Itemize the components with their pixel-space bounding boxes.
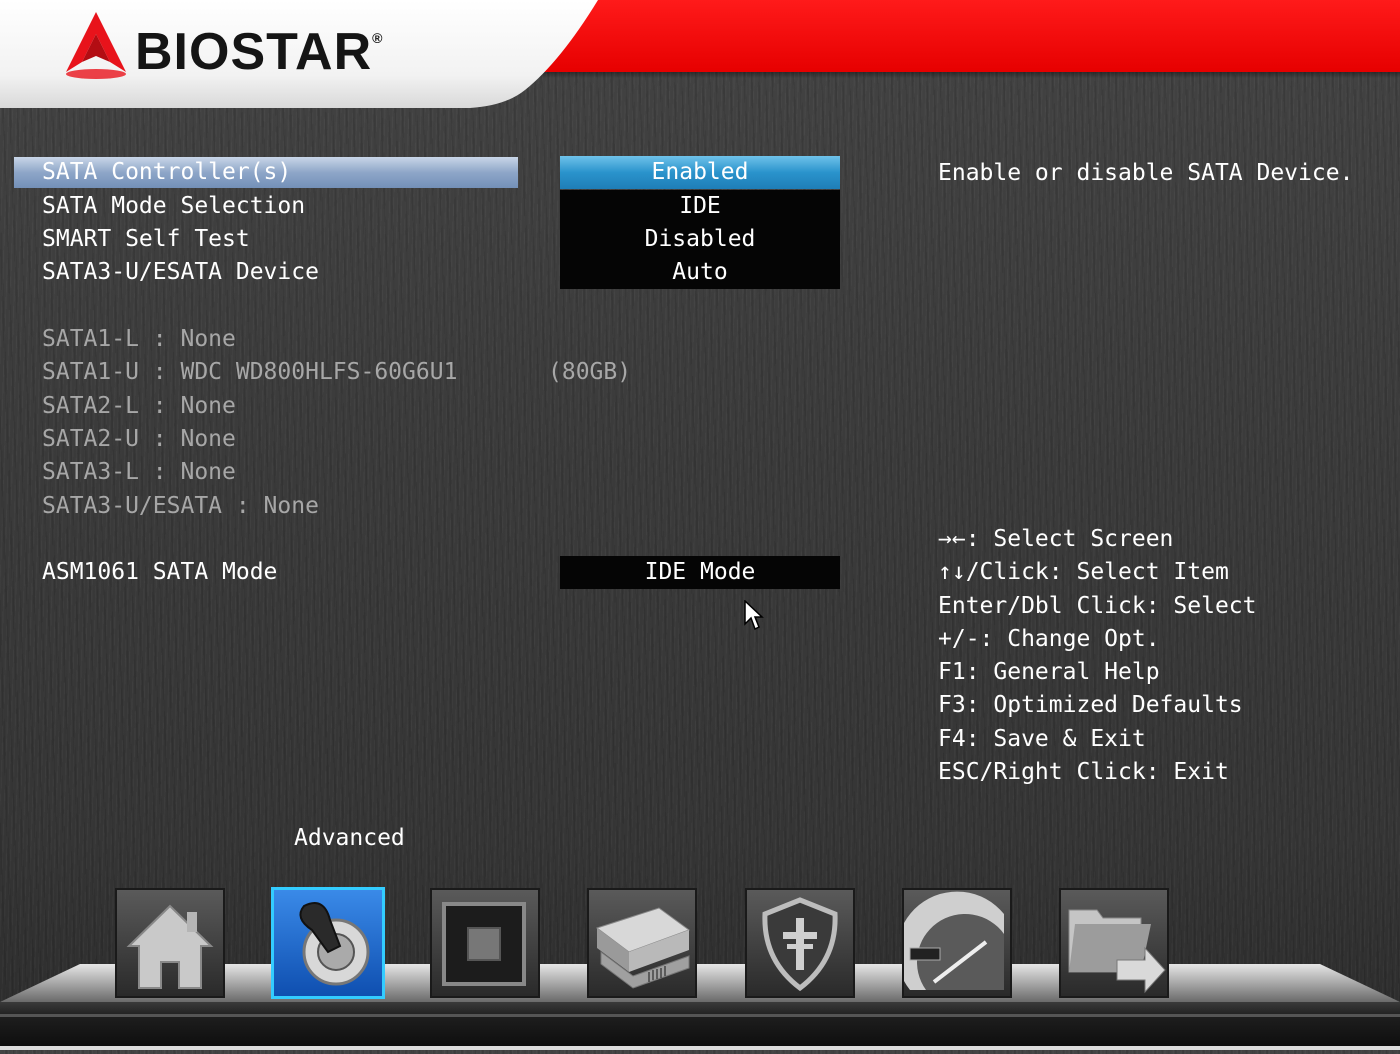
setting-label: SATA Mode Selection	[42, 193, 306, 219]
tab-save-exit[interactable]	[1059, 888, 1169, 998]
device-label: SATA3-L : None	[42, 459, 236, 485]
tab-overclock[interactable]	[902, 888, 1012, 998]
device-row: SATA3-L : None	[0, 456, 900, 489]
tab-boot[interactable]	[587, 888, 697, 998]
device-label: SATA2-U : None	[42, 426, 236, 452]
security-shield-icon	[762, 897, 838, 992]
help-text: Enable or disable SATA Device.	[938, 160, 1354, 186]
setting-value-sata-mode[interactable]: IDE	[560, 190, 840, 223]
save-exit-folder-icon	[1068, 909, 1166, 994]
setting-label: SATA Controller(s)	[42, 159, 292, 185]
device-size: (80GB)	[548, 359, 632, 385]
key-hint: ↑↓/Click: Select Item	[938, 559, 1229, 586]
key-hint: +/-: Change Opt.	[938, 625, 1160, 652]
device-row: SATA1-U : WDC WD800HLFS-60G6U1 (80GB)	[0, 356, 900, 389]
key-hint: →←: Select Screen	[938, 526, 1174, 552]
boot-drive-icon	[595, 907, 691, 989]
overclock-gauge-icon	[904, 891, 1004, 990]
setting-value-asm1061-sata-mode[interactable]: IDE Mode	[560, 556, 840, 589]
key-hint: Enter/Dbl Click: Select	[938, 592, 1257, 619]
device-row: SATA1-L : None	[0, 323, 900, 356]
home-icon	[126, 904, 214, 989]
advanced-joystick-icon	[299, 902, 370, 986]
mouse-cursor-icon	[744, 599, 764, 636]
chipset-icon	[442, 902, 526, 986]
setting-label: SATA3-U/ESATA Device	[42, 259, 319, 285]
brand-name: BIOSTAR®	[135, 23, 384, 81]
current-tab-label: Advanced	[294, 825, 405, 851]
tab-advanced[interactable]	[271, 887, 385, 999]
tab-chipset[interactable]	[430, 888, 540, 998]
device-label: SATA1-U : WDC WD800HLFS-60G6U1	[42, 359, 458, 385]
tab-main[interactable]	[115, 888, 225, 998]
device-row: SATA3-U/ESATA : None	[0, 490, 900, 523]
key-hint: ESC/Right Click: Exit	[938, 759, 1229, 786]
key-hint: F4: Save & Exit	[938, 725, 1146, 752]
setting-value-sata-controller[interactable]: Enabled	[560, 156, 840, 189]
setting-value-sata3-esata-device[interactable]: Auto	[560, 256, 840, 289]
setting-label: SMART Self Test	[42, 226, 250, 252]
biostar-logo-icon	[60, 10, 132, 84]
setting-label: ASM1061 SATA Mode	[42, 559, 278, 585]
key-hint: F1: General Help	[938, 659, 1160, 686]
registered-mark: ®	[372, 30, 384, 46]
device-row: SATA2-U : None	[0, 423, 900, 456]
key-legend: →←: Select Screen ↑↓/Click: Select Item …	[938, 523, 1257, 789]
device-row: SATA2-L : None	[0, 390, 900, 423]
device-label: SATA1-L : None	[42, 326, 236, 352]
device-label: SATA3-U/ESATA : None	[42, 493, 319, 519]
setting-value-smart-self-test[interactable]: Disabled	[560, 223, 840, 256]
key-hint: F3: Optimized Defaults	[938, 692, 1243, 719]
device-label: SATA2-L : None	[42, 393, 236, 419]
tab-security[interactable]	[745, 888, 855, 998]
